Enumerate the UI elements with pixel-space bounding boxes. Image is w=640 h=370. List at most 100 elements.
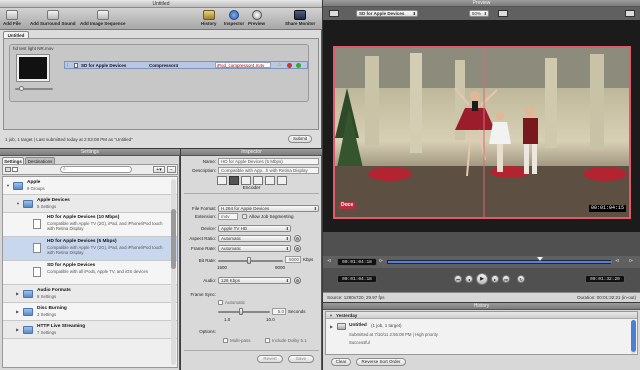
sync-seconds-field[interactable]: 5.0 — [272, 308, 286, 315]
frame-rate-select[interactable]: Automatic — [218, 245, 291, 252]
history-entry[interactable]: ▶ Untitled (1 job, 1 target) Submitted a… — [326, 320, 637, 354]
file-format-select[interactable]: H.264 for Apple Devices — [218, 205, 319, 212]
target-destination[interactable]: Compressor4 — [149, 62, 178, 69]
job-panel[interactable]: hd test light NR.mov ⁞ SD for Apple Devi… — [9, 44, 309, 102]
actions-tab-icon[interactable] — [277, 176, 287, 185]
sync-seconds-unit: Seconds — [288, 309, 306, 314]
target-drag-handle[interactable]: ⁞ — [67, 63, 68, 68]
encoder-tab-icon[interactable] — [229, 176, 239, 185]
frame-rate-gear-icon[interactable]: ⚙ — [294, 245, 301, 252]
include-dolby-checkbox[interactable] — [265, 338, 270, 343]
aspect-ratio-select[interactable]: Automatic — [218, 235, 291, 242]
history-scrollbar[interactable] — [631, 320, 636, 354]
video-frame[interactable]: Doce 00:01:04:15 — [333, 46, 631, 219]
sync-slider-track[interactable] — [218, 311, 270, 313]
add-image-sequence-button[interactable]: Add Image Sequence — [80, 10, 126, 26]
history-button[interactable]: History — [201, 10, 217, 26]
save-button[interactable]: Save — [288, 355, 314, 363]
device-select[interactable]: Apple TV HD — [218, 225, 291, 232]
aspect-gear-icon[interactable]: ⚙ — [294, 235, 301, 242]
extension-label: Extension: — [194, 214, 216, 219]
setting-select[interactable]: SD for Apple Devices — [356, 10, 418, 17]
list-item[interactable]: HD for Apple Devices (5 Mbps) Compatible… — [3, 237, 177, 261]
inspector-window: Inspector Name: HD for Apple Devices (5 … — [181, 149, 322, 370]
list-item[interactable]: HD for Apple Devices (10 Mbps) Compatibl… — [3, 213, 177, 237]
inspector-button[interactable]: Inspector — [224, 10, 244, 26]
view-list-icon[interactable] — [5, 167, 11, 172]
sync-slider-knob[interactable] — [239, 308, 244, 315]
add-target-icon[interactable] — [296, 63, 301, 68]
revert-button[interactable]: Revert — [257, 355, 283, 363]
disclosure-closed-icon[interactable]: ▶ — [330, 324, 333, 329]
submit-button[interactable]: Submit — [288, 135, 312, 143]
bit-rate-unit: Kbps — [303, 257, 314, 262]
add-file-button[interactable]: Add File — [3, 10, 21, 26]
source-view-icon[interactable] — [329, 10, 339, 17]
history-scroll-thumb[interactable] — [631, 320, 636, 352]
remove-target-icon[interactable] — [287, 63, 292, 68]
list-item[interactable]: ▶ Audio Formats 8 Settings — [3, 285, 177, 303]
list-item[interactable]: ▶ Disc Burning 3 Settings — [3, 303, 177, 321]
step-back-button[interactable]: ◂ — [465, 275, 473, 283]
in-timecode[interactable]: 00:01:04:18 — [337, 258, 377, 266]
disclosure-closed-icon[interactable]: ▶ — [16, 327, 19, 332]
name-field[interactable]: HD for Apple Devices (5 Mbps) — [218, 158, 319, 165]
geometry-tab-icon[interactable] — [265, 176, 275, 185]
next-frame-icon[interactable]: ⊳ — [629, 258, 633, 264]
settings-scroll-thumb[interactable] — [171, 209, 176, 269]
remove-setting-button[interactable]: − — [167, 166, 176, 173]
timeline-track[interactable] — [387, 260, 612, 264]
split-view-icon[interactable] — [498, 10, 508, 17]
disclosure-open-icon[interactable]: ▼ — [329, 313, 333, 318]
history-section-header[interactable]: ▼ Yesterday — [326, 312, 637, 319]
playhead[interactable] — [537, 257, 543, 261]
search-input[interactable]: ⌕ — [60, 166, 132, 173]
out-timecode[interactable]: 00:01:32:20 — [585, 275, 625, 283]
add-surround-sound-button[interactable]: Add Surround Sound — [30, 10, 76, 26]
target-setting-icon — [74, 63, 78, 68]
step-forward-button[interactable]: ▸ — [491, 275, 499, 283]
share-monitor-button[interactable]: Share Monitor — [285, 10, 315, 26]
target-row[interactable]: ⁞ SD for Apple Devices Compressor4 iPod_… — [64, 61, 308, 69]
go-to-start-button[interactable]: ⏮ — [454, 275, 462, 283]
view-column-icon[interactable] — [12, 167, 18, 172]
preview-button[interactable]: Preview — [248, 10, 265, 26]
filters-tab-icon[interactable] — [253, 176, 263, 185]
target-output-filename[interactable]: iPod_compressor4.m4v — [215, 62, 271, 68]
audio-select[interactable]: 128 Kbps — [218, 277, 291, 284]
go-to-end-button[interactable]: ⏭ — [502, 275, 510, 283]
automatic-checkbox[interactable] — [218, 300, 223, 305]
job-thumbnail-slider-knob[interactable] — [19, 86, 24, 91]
reverse-sort-button[interactable]: Reverse Sort Order — [356, 358, 406, 366]
extension-field[interactable]: m4v — [218, 213, 238, 220]
current-timecode[interactable]: 00:01:04:18 — [337, 275, 377, 283]
zoom-select[interactable]: 50% — [469, 10, 489, 17]
summary-tab-icon[interactable] — [217, 176, 227, 185]
list-item[interactable]: ▶ HTTP Live Streaming 7 Settings — [3, 321, 177, 339]
inspector-window-title: Inspector — [181, 149, 322, 156]
play-button[interactable]: ▶ — [476, 273, 488, 285]
loop-button[interactable]: ↻ — [517, 275, 525, 283]
description-field[interactable]: Compatible with App...h with Retina Disp… — [218, 167, 319, 174]
frame-controls-tab-icon[interactable] — [241, 176, 251, 185]
add-setting-button[interactable]: +▾ — [153, 166, 165, 173]
disclosure-open-icon[interactable]: ▼ — [6, 183, 10, 188]
bit-rate-slider-knob[interactable] — [246, 257, 251, 264]
mark-in-icon[interactable]: ⊳ — [379, 258, 383, 264]
mark-out-icon[interactable]: ⊲ — [615, 258, 619, 264]
job-segmenting-checkbox[interactable] — [242, 214, 247, 219]
disclosure-closed-icon[interactable]: ▶ — [16, 309, 19, 314]
multipass-checkbox[interactable] — [223, 338, 228, 343]
bit-rate-field[interactable]: 5000 — [285, 256, 301, 263]
prev-frame-icon[interactable]: ⊲ — [327, 258, 331, 264]
target-setting[interactable]: SD for Apple Devices — [81, 62, 126, 69]
disclosure-open-icon[interactable]: ▼ — [16, 201, 20, 206]
clear-button[interactable]: Clear — [331, 358, 351, 366]
output-view-icon[interactable] — [625, 10, 635, 17]
disclosure-closed-icon[interactable]: ▶ — [16, 291, 19, 296]
list-item[interactable]: ▼ Apple 9 Groups — [3, 177, 177, 195]
list-item[interactable]: SD for Apple Devices Compatible with all… — [3, 261, 177, 285]
audio-gear-icon[interactable]: ⚙ — [294, 277, 301, 284]
settings-scrollbar[interactable] — [171, 179, 176, 365]
list-item[interactable]: ▼ Apple Devices 5 Settings — [3, 195, 177, 213]
